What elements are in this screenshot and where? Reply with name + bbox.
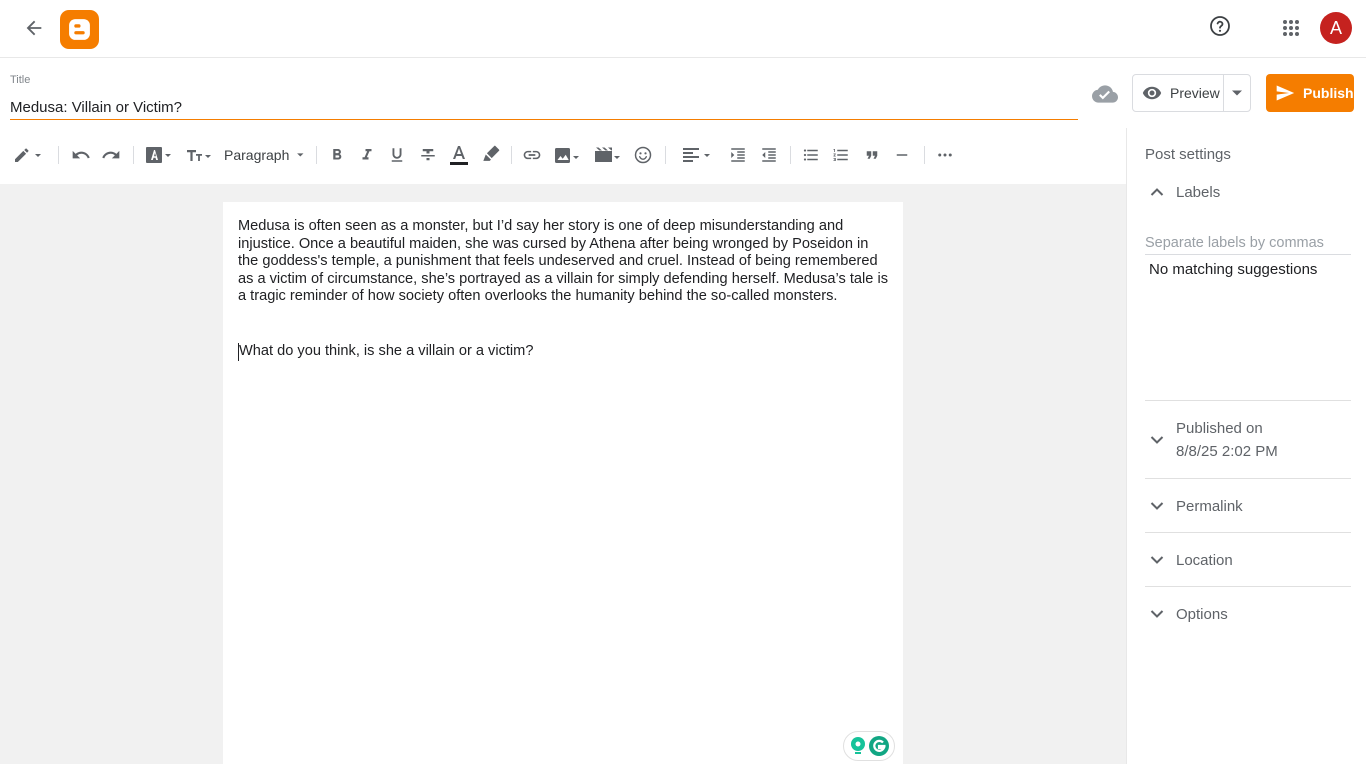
highlight-icon[interactable] [478,142,502,168]
post-body-editor[interactable]: Medusa is often seen as a monster, but I… [223,202,903,764]
chevron-down-icon[interactable] [1224,90,1250,96]
link-icon[interactable] [520,142,544,168]
edit-mode-icon[interactable] [10,142,44,168]
published-on-heading: Published on [1176,420,1263,437]
preview-label: Preview [1170,85,1220,101]
preview-button[interactable]: Preview [1132,74,1251,112]
title-label: Title [10,74,31,86]
paragraph-style-label: Paragraph [224,147,290,163]
location-heading: Location [1176,551,1233,569]
help-circle-icon[interactable] [1204,10,1236,42]
post-settings-sidebar: Post settings Labels No matching suggest… [1126,128,1366,764]
chevron-down-icon [1145,428,1169,452]
title-input[interactable] [10,95,1078,120]
grammarly-widget[interactable] [843,731,895,761]
chevron-down-icon [297,153,304,157]
emoji-icon[interactable] [631,142,655,168]
numbered-list-icon[interactable] [830,142,852,168]
underline-icon[interactable] [386,142,408,168]
text-color-icon[interactable] [447,142,471,168]
undo-icon[interactable] [68,142,94,168]
avatar[interactable]: A [1320,12,1352,44]
format-toolbar: Paragraph [0,128,1126,184]
paragraph-style-dropdown[interactable]: Paragraph [224,142,306,168]
horizontal-rule-icon[interactable] [891,142,913,168]
redo-icon[interactable] [98,142,124,168]
font-icon[interactable] [142,142,174,168]
eye-icon [1142,86,1162,100]
image-icon[interactable] [552,142,582,168]
labels-section-toggle[interactable]: Labels [1145,180,1351,204]
publish-label: Publish [1303,85,1354,101]
published-on-section-toggle[interactable]: Published on 8/8/25 2:02 PM [1145,417,1351,463]
text-size-icon[interactable] [182,142,214,168]
publish-button[interactable]: Publish [1266,74,1354,112]
lightbulb-icon [850,737,865,754]
video-icon[interactable] [592,142,622,168]
quote-icon[interactable] [861,142,883,168]
permalink-section-toggle[interactable]: Permalink [1145,494,1351,518]
bulleted-list-icon[interactable] [800,142,822,168]
italic-icon[interactable] [356,142,378,168]
back-arrow-icon[interactable] [18,12,50,44]
body-paragraph: Medusa is often seen as a monster, but I… [238,218,888,305]
indent-icon[interactable] [727,142,749,168]
chevron-down-icon [1145,602,1169,626]
no-suggestions-text: No matching suggestions [1149,261,1318,278]
preview-main[interactable]: Preview [1133,75,1224,111]
chevron-down-icon [1145,548,1169,572]
grammarly-icon [868,736,889,756]
apps-grid-icon[interactable] [1275,12,1307,44]
labels-input[interactable] [1145,232,1351,255]
options-heading: Options [1176,605,1228,623]
chevron-up-icon [1145,180,1169,204]
blogger-logo-icon[interactable] [60,10,99,49]
top-bar: A [0,0,1366,58]
published-on-value: 8/8/25 2:02 PM [1176,443,1278,460]
options-section-toggle[interactable]: Options [1145,602,1351,626]
location-section-toggle[interactable]: Location [1145,548,1351,572]
permalink-heading: Permalink [1176,497,1243,515]
chevron-down-icon [1145,494,1169,518]
strikethrough-icon[interactable] [417,142,439,168]
body-paragraph: What do you think, is she a villain or a… [238,343,888,361]
labels-heading: Labels [1176,183,1221,201]
more-options-icon[interactable] [934,142,956,168]
cloud-check-icon [1091,80,1119,108]
post-settings-title: Post settings [1145,146,1231,163]
align-icon[interactable] [678,142,712,168]
send-icon [1276,85,1295,101]
outdent-icon[interactable] [758,142,780,168]
bold-icon[interactable] [326,142,348,168]
